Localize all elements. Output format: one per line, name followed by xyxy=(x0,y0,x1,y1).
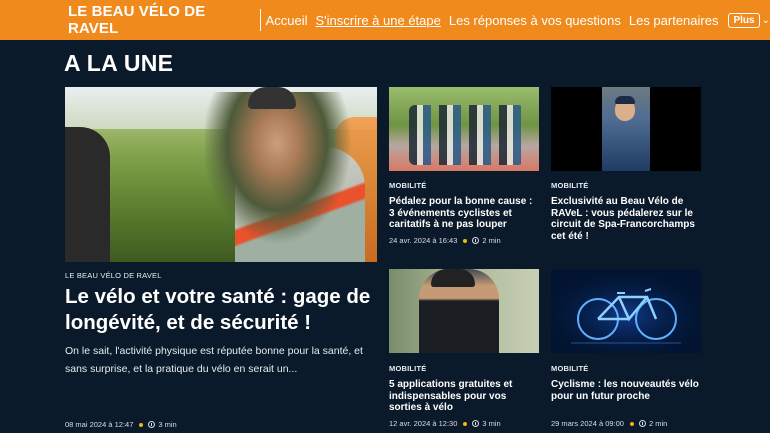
main-article-image[interactable] xyxy=(65,87,377,262)
section-title: A LA UNE xyxy=(64,50,174,76)
card-image-future-bike[interactable] xyxy=(551,269,701,353)
read-time: 2 min xyxy=(482,236,501,245)
separator-dot xyxy=(139,422,144,427)
clock-icon xyxy=(472,420,480,427)
image-cap xyxy=(615,96,635,104)
card-category[interactable]: MOBILITÉ xyxy=(551,181,588,190)
clock-icon xyxy=(148,421,156,428)
card-meta: 24 avr. 2024 à 16:43 2 min xyxy=(389,236,501,245)
card-category[interactable]: MOBILITÉ xyxy=(389,364,426,373)
nav-link-accueil[interactable]: Accueil xyxy=(266,13,308,28)
main-article-excerpt: On le sait, l'activité physique est répu… xyxy=(65,345,363,375)
image-helmet xyxy=(248,87,296,109)
main-article-category[interactable]: LE BEAU VÉLO DE RAVEL xyxy=(65,271,162,280)
article-date: 12 avr. 2024 à 12:30 xyxy=(389,419,458,428)
separator-dot xyxy=(629,421,634,426)
brand-divider xyxy=(259,9,261,31)
article-date: 24 avr. 2024 à 16:43 xyxy=(389,236,458,245)
nav-link-partenaires[interactable]: Les partenaires xyxy=(629,13,719,28)
chevron-down-icon[interactable]: ⌄ xyxy=(762,15,770,26)
clock-icon xyxy=(472,237,480,244)
read-time: 3 min xyxy=(482,419,501,428)
card-title[interactable]: 5 applications gratuites et indispensabl… xyxy=(389,379,539,414)
clock-icon xyxy=(638,420,646,427)
read-time: 3 min xyxy=(158,420,177,429)
read-time: 2 min xyxy=(648,419,668,428)
card-image-charity-rides[interactable] xyxy=(389,87,539,171)
card-image-cycling-apps[interactable] xyxy=(389,269,539,353)
card-title[interactable]: Cyclisme : les nouveautés vélo pour un f… xyxy=(551,379,703,402)
separator-dot xyxy=(463,421,468,426)
card-image-spa-francorchamps[interactable] xyxy=(551,87,701,171)
main-article-meta: 08 mai 2024 à 12:47 3 min xyxy=(65,420,177,429)
site-logo[interactable]: LE BEAU VÉLO DE RAVEL xyxy=(68,3,260,37)
nav-link-inscrire[interactable]: S'inscrire à une étape xyxy=(316,13,441,28)
nav-link-faq[interactable]: Les réponses à vos questions xyxy=(449,13,621,28)
card-category[interactable]: MOBILITÉ xyxy=(551,364,588,373)
article-date: 29 mars 2024 à 09:00 xyxy=(551,419,624,428)
card-title[interactable]: Pédalez pour la bonne cause : 3 événemen… xyxy=(389,196,539,231)
card-title[interactable]: Exclusivité au Beau Vélo de RAVeL : vous… xyxy=(551,196,703,242)
image-figure-left xyxy=(65,127,110,262)
article-date: 08 mai 2024 à 12:47 xyxy=(65,420,134,429)
main-article-title[interactable]: Le vélo et votre santé : gage de longévi… xyxy=(65,284,385,336)
image-rider-main xyxy=(205,92,365,262)
card-meta: 29 mars 2024 à 09:00 2 min xyxy=(551,419,667,428)
card-category[interactable]: MOBILITÉ xyxy=(389,181,426,190)
card-meta: 12 avr. 2024 à 12:30 3 min xyxy=(389,419,501,428)
hologram-bike-icon xyxy=(551,269,701,353)
more-menu-button[interactable]: Plus xyxy=(728,12,760,28)
image-riders-group xyxy=(409,105,524,165)
top-navigation-bar: LE BEAU VÉLO DE RAVEL Accueil S'inscrire… xyxy=(0,0,770,40)
separator-dot xyxy=(463,238,468,243)
image-helmet xyxy=(431,269,475,287)
